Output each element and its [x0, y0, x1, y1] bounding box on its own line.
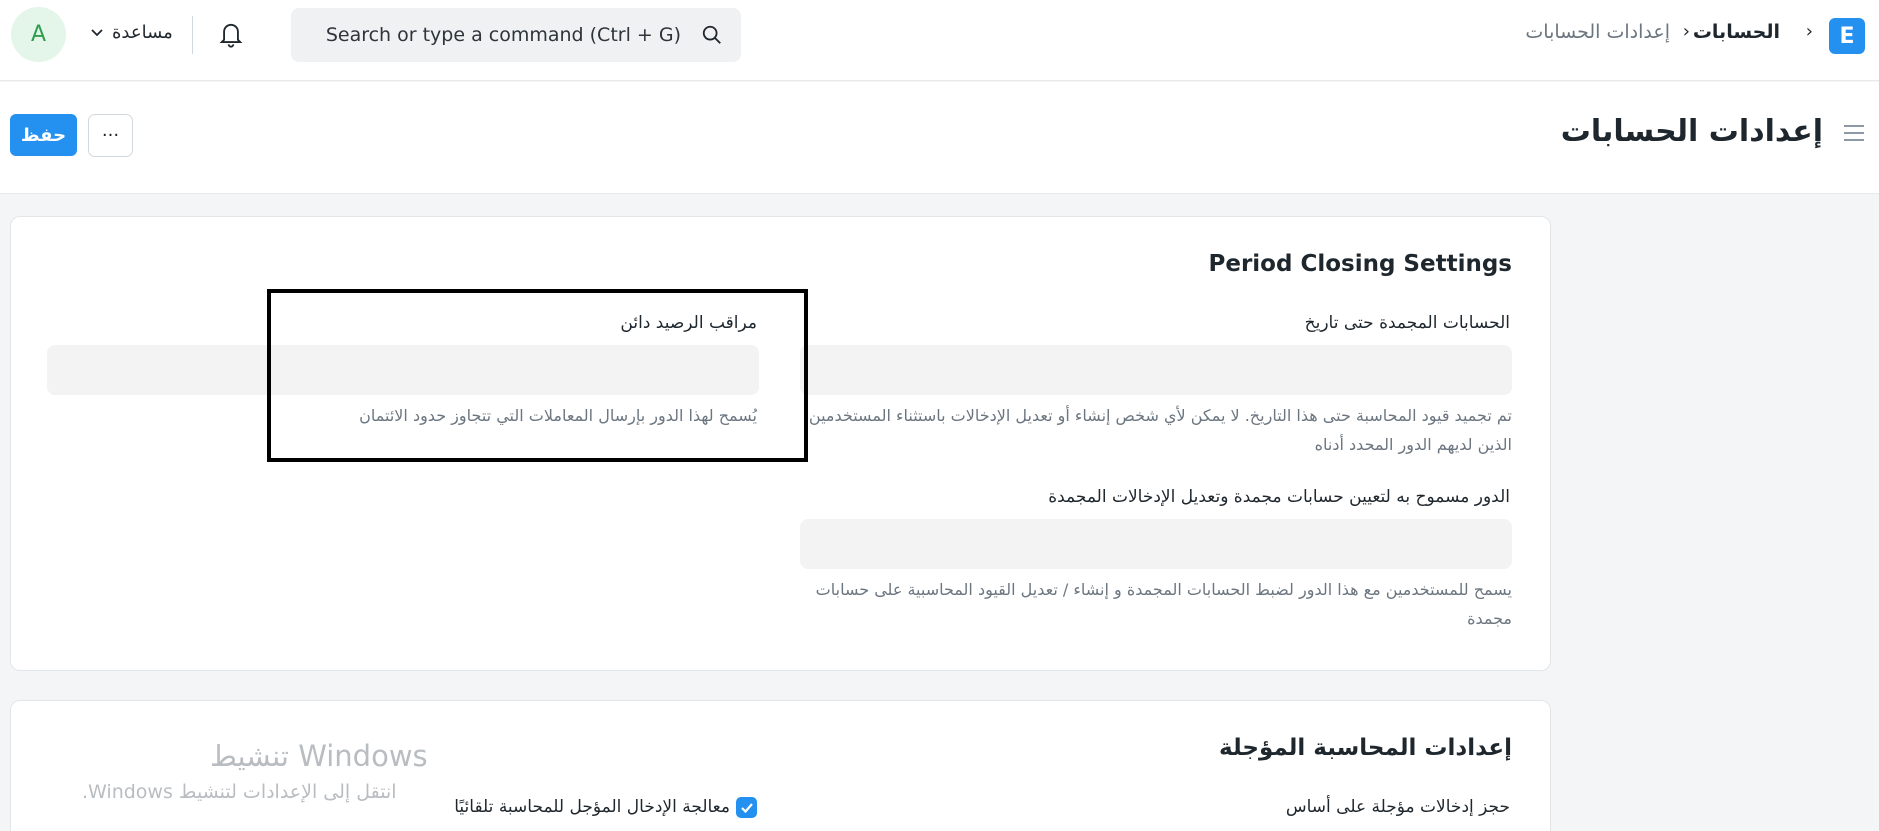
auto-process-label: معالجة الإدخال المؤجل للمحاسبة تلقائيًا — [454, 797, 730, 817]
auto-process-checkbox[interactable] — [736, 797, 757, 818]
avatar[interactable]: A — [11, 7, 66, 62]
frozen-role-description: يسمح للمستخدمين مع هذا الدور لضبط الحساب… — [815, 580, 1512, 628]
sidebar-toggle-icon[interactable] — [1843, 124, 1865, 142]
search-icon — [702, 25, 721, 44]
search-input[interactable]: Search or type a command (Ctrl + G) — [326, 24, 681, 46]
section-title: إعدادات المحاسبة المؤجلة — [1219, 735, 1512, 761]
search-bar[interactable]: Search or type a command (Ctrl + G) — [291, 8, 741, 62]
notification-bell-icon[interactable] — [217, 19, 245, 49]
breadcrumb-accounts[interactable]: الحسابات — [1693, 21, 1780, 43]
more-actions-button[interactable]: ··· — [88, 114, 133, 157]
frozen-until-input[interactable] — [800, 345, 1512, 395]
help-label: مساعدة — [112, 22, 173, 43]
page-title: إعدادات الحسابات — [1560, 114, 1823, 149]
book-deferred-label: حجز إدخالات مؤجلة على أساس — [1285, 797, 1510, 817]
breadcrumb-separator: › — [1682, 21, 1690, 42]
breadcrumb-accounts-settings[interactable]: إعدادات الحسابات — [1525, 21, 1670, 43]
navbar-divider — [192, 16, 193, 54]
highlight-box — [267, 289, 808, 462]
page-head: إعدادات الحسابات حفظ ··· — [0, 82, 1879, 194]
help-dropdown[interactable]: مساعدة — [90, 22, 173, 43]
navbar: E › الحسابات › إعدادات الحسابات Search o… — [0, 0, 1879, 81]
frozen-until-description: تم تجميد قيود المحاسبة حتى هذا التاريخ. … — [808, 406, 1512, 454]
save-button[interactable]: حفظ — [10, 114, 77, 156]
frozen-role-label: الدور مسموح به لتعيين حسابات مجمدة وتعدي… — [1048, 487, 1510, 507]
frozen-role-input[interactable] — [800, 519, 1512, 569]
windows-activation-title: تنشيط Windows — [210, 739, 428, 773]
windows-activation-subtitle: انتقل إلى الإعدادات لتنشيط Windows. — [82, 781, 397, 803]
section-title: Period Closing Settings — [1208, 251, 1512, 277]
breadcrumb-separator: › — [1805, 21, 1813, 42]
frozen-until-label: الحسابات المجمدة حتى تاريخ — [1304, 313, 1510, 333]
app-logo[interactable]: E — [1829, 18, 1865, 54]
chevron-down-icon — [91, 28, 103, 36]
checkmark-icon — [740, 802, 753, 813]
